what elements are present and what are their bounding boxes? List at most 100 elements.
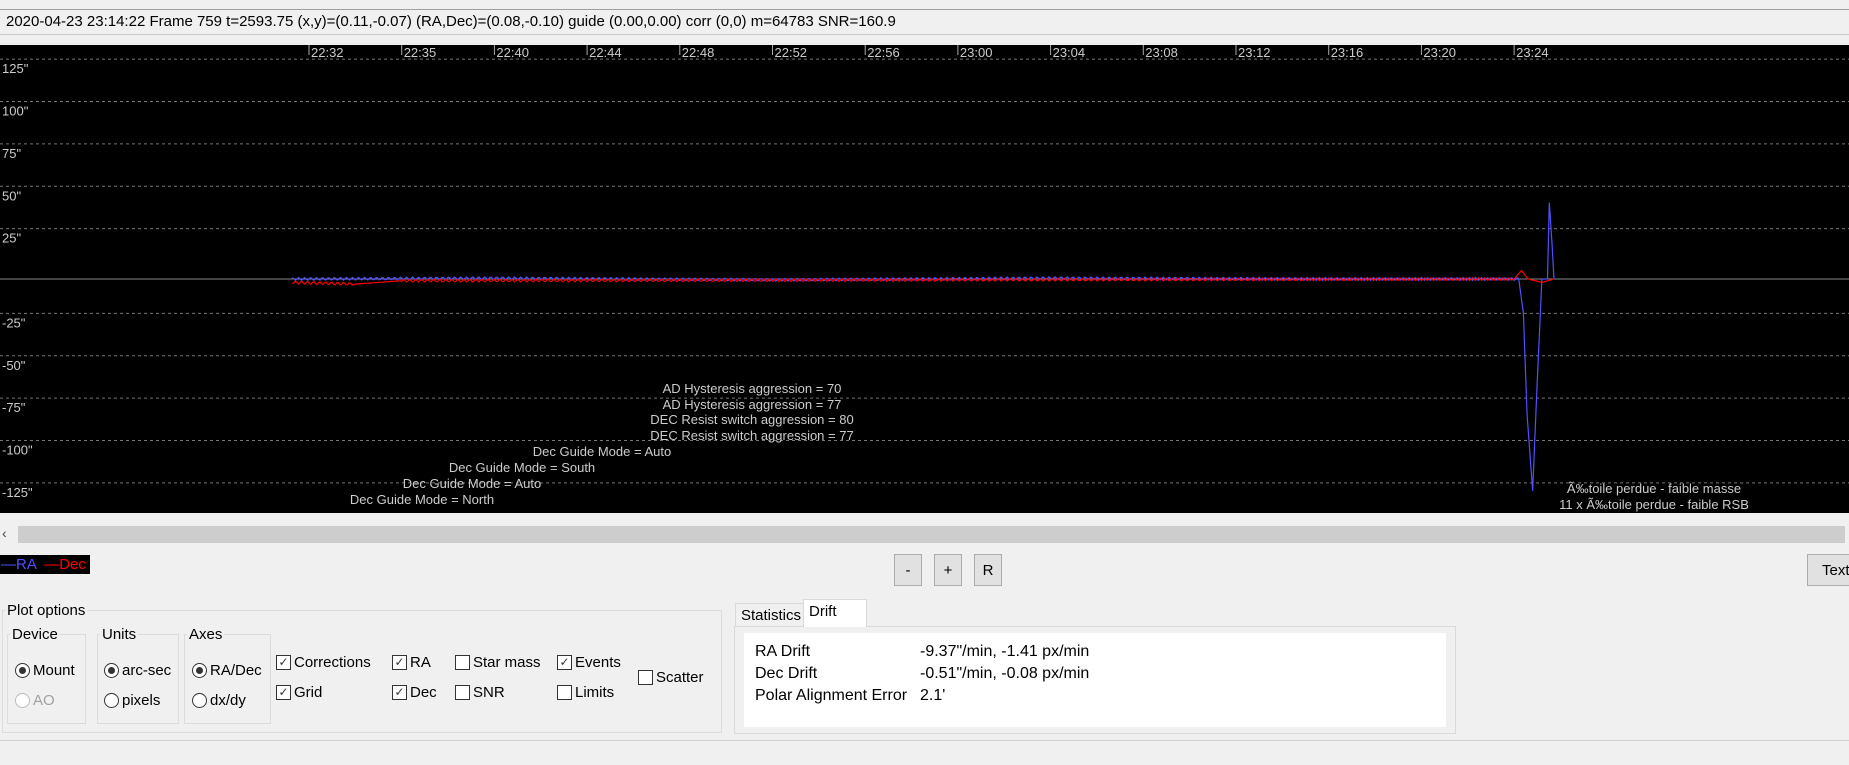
ra-drift-label: RA Drift <box>755 643 811 660</box>
radio-icon <box>15 663 30 678</box>
radio-arcsec[interactable]: arc-sec <box>104 662 171 679</box>
series-ra-line <box>291 202 1555 491</box>
radio-ao: AO <box>15 692 55 709</box>
y-tick-label: -50" <box>2 358 26 373</box>
check-icon: ✓ <box>392 685 407 700</box>
legend-ra: —RA <box>1 556 37 573</box>
x-tick-label: 23:20 <box>1423 45 1456 60</box>
polar-alignment-value: 2.1' <box>920 687 946 704</box>
event-label: DEC Resist switch aggression = 77 <box>650 428 853 443</box>
y-tick-label: 75" <box>2 146 21 161</box>
label: Star mass <box>473 654 541 671</box>
label: Mount <box>33 662 75 679</box>
divider <box>0 740 1849 741</box>
status-bar: 2020-04-23 23:14:22 Frame 759 t=2593.75 … <box>0 9 1849 35</box>
check-icon: ✓ <box>276 655 291 670</box>
y-tick-label: -100" <box>2 443 33 458</box>
polar-alignment-label: Polar Alignment Error <box>755 687 908 704</box>
x-tick-label: 22:56 <box>867 45 900 60</box>
radio-dxdy[interactable]: dx/dy <box>192 692 246 709</box>
graph-scrollbar[interactable]: ‹ <box>0 525 1849 543</box>
y-tick-label: -25" <box>2 315 26 330</box>
event-label: AD Hysteresis aggression = 70 <box>663 381 842 396</box>
x-tick-label: 23:12 <box>1238 45 1271 60</box>
x-tick-label: 23:24 <box>1516 45 1549 60</box>
dec-drift-value: -0.51"/min, -0.08 px/min <box>920 665 1090 682</box>
reset-button[interactable]: R <box>974 554 1002 586</box>
event-label: Dec Guide Mode = North <box>350 492 494 507</box>
checkbox-scatter[interactable]: Scatter <box>638 669 704 686</box>
label: dx/dy <box>210 692 246 709</box>
x-tick-label: 22:32 <box>311 45 344 60</box>
checkbox-icon <box>638 670 653 685</box>
label: Corrections <box>294 654 371 671</box>
event-label: DEC Resist switch aggression = 80 <box>650 412 853 427</box>
event-label: Ã‰toile perdue - faible masse <box>1567 481 1741 496</box>
event-label: Dec Guide Mode = Auto <box>403 476 541 491</box>
checkbox-corrections[interactable]: ✓ Corrections <box>276 654 371 671</box>
tab-statistics[interactable]: Statistics <box>735 603 808 626</box>
check-icon: ✓ <box>557 655 572 670</box>
y-tick-label: 50" <box>2 188 21 203</box>
radio-icon <box>192 693 207 708</box>
ra-drift-value: -9.37"/min, -1.41 px/min <box>920 643 1090 660</box>
checkbox-events[interactable]: ✓ Events <box>557 654 621 671</box>
x-tick-label: 22:40 <box>496 45 529 60</box>
radio-icon <box>104 693 119 708</box>
scrollbar-thumb[interactable] <box>18 526 1845 543</box>
scroll-left-icon[interactable]: ‹ <box>2 525 16 541</box>
label: Scatter <box>656 669 704 686</box>
checkbox-grid[interactable]: ✓ Grid <box>276 684 322 701</box>
label: Events <box>575 654 621 671</box>
graph-legend: —RA —Dec <box>0 555 90 574</box>
y-tick-label: 125" <box>2 61 29 76</box>
label: pixels <box>122 692 161 709</box>
x-tick-label: 23:00 <box>960 45 993 60</box>
zoom-in-button[interactable]: + <box>934 554 962 586</box>
event-label: 11 x Ã‰toile perdue - faible RSB <box>1559 497 1749 512</box>
checkbox-icon <box>455 685 470 700</box>
label: Limits <box>575 684 615 701</box>
check-icon: ✓ <box>392 655 407 670</box>
checkbox-star-mass[interactable]: Star mass <box>455 654 541 671</box>
tab-drift[interactable]: Drift <box>803 599 867 627</box>
event-label: Dec Guide Mode = Auto <box>533 444 671 459</box>
radio-icon <box>192 663 207 678</box>
checkbox-limits[interactable]: Limits <box>557 684 614 701</box>
radio-pixels[interactable]: pixels <box>104 692 160 709</box>
checkbox-ra[interactable]: ✓ RA <box>392 654 431 671</box>
label: arc-sec <box>122 662 172 679</box>
text-button[interactable]: Text <box>1807 554 1849 586</box>
checkbox-dec[interactable]: ✓ Dec <box>392 684 437 701</box>
plot-options-title: Plot options <box>7 602 86 619</box>
radio-radec[interactable]: RA/Dec <box>192 662 262 679</box>
drift-panel: RA Drift -9.37"/min, -1.41 px/min Dec Dr… <box>734 626 1456 734</box>
x-tick-label: 23:08 <box>1145 45 1178 60</box>
x-tick-label: 22:35 <box>404 45 437 60</box>
x-tick-label: 23:04 <box>1053 45 1086 60</box>
label: AO <box>33 692 55 709</box>
label: Grid <box>294 684 323 701</box>
x-tick-label: 22:44 <box>589 45 622 60</box>
y-tick-label: -125" <box>2 485 33 500</box>
check-icon: ✓ <box>276 685 291 700</box>
zoom-out-button[interactable]: - <box>894 554 922 586</box>
x-tick-label: 22:48 <box>682 45 715 60</box>
checkbox-icon <box>455 655 470 670</box>
x-tick-label: 22:52 <box>775 45 808 60</box>
units-title: Units <box>102 626 137 643</box>
label: RA <box>410 654 431 671</box>
radio-icon <box>15 693 30 708</box>
checkbox-snr[interactable]: SNR <box>455 684 505 701</box>
y-tick-label: -75" <box>2 400 26 415</box>
checkbox-icon <box>557 685 572 700</box>
radio-mount[interactable]: Mount <box>15 662 75 679</box>
guide-graph[interactable]: 22:32 22:35 22:40 22:44 22:48 22:52 22:56 23:00… <box>0 45 1849 513</box>
event-label: AD Hysteresis aggression = 77 <box>663 397 842 412</box>
dec-drift-label: Dec Drift <box>755 665 818 682</box>
label: Dec <box>410 684 437 701</box>
y-tick-label: 100" <box>2 104 29 119</box>
radio-icon <box>104 663 119 678</box>
label: SNR <box>473 684 505 701</box>
legend-dec: —Dec <box>44 556 86 573</box>
